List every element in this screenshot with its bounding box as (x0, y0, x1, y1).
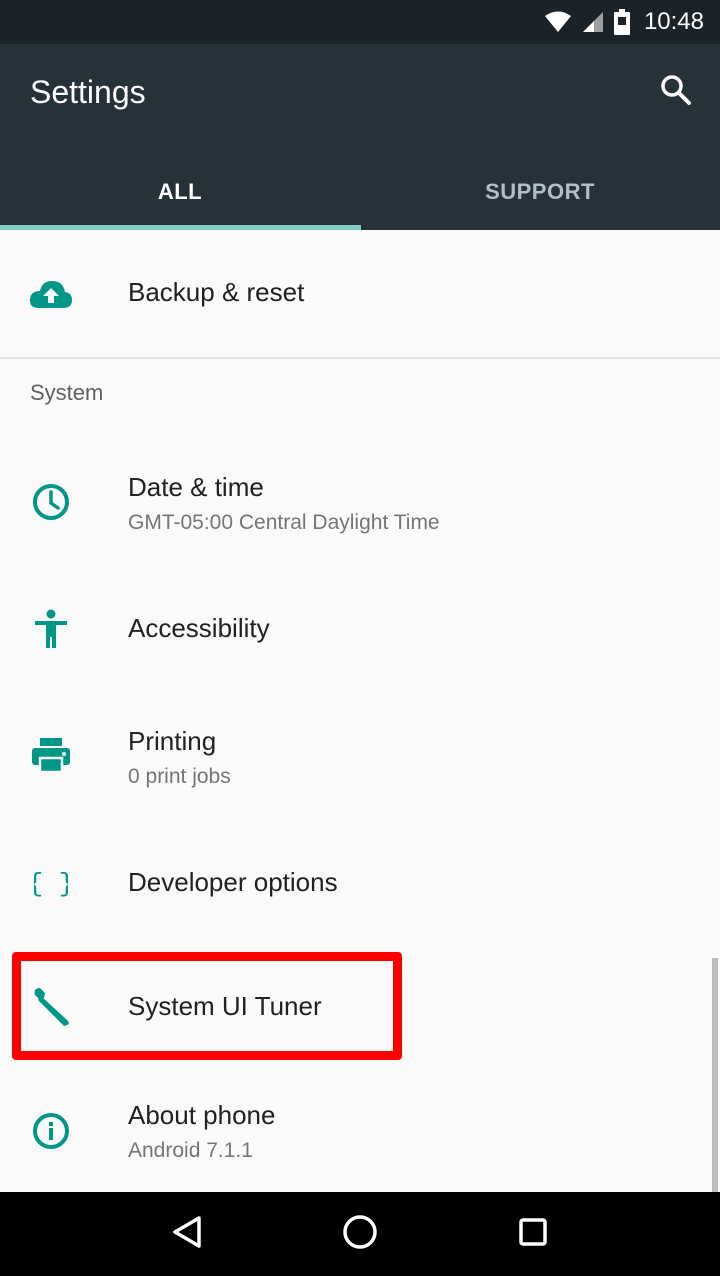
app-bar: Settings ALL SUPPORT (0, 44, 720, 230)
wifi-icon (544, 11, 572, 33)
tab-all-label: ALL (157, 179, 203, 204)
status-bar: 10:48 (0, 0, 720, 44)
search-icon (660, 74, 692, 111)
list-item-title: About phone (128, 1100, 276, 1130)
home-button[interactable] (330, 1204, 390, 1264)
tab-support[interactable]: SUPPORT (360, 154, 720, 230)
list-item-subtitle: 0 print jobs (128, 765, 231, 788)
info-icon (28, 1108, 74, 1154)
status-time: 10:48 (643, 8, 704, 35)
list-item-date-time[interactable]: Date & time GMT-05:00 Central Daylight T… (0, 438, 720, 566)
highlight-annotation (12, 952, 402, 1060)
list-item-title: Accessibility (128, 613, 270, 643)
list-item-title: Developer options (128, 867, 338, 897)
list-item-backup-reset[interactable]: Backup & reset (0, 230, 720, 358)
list-item-printing[interactable]: Printing 0 print jobs (0, 692, 720, 820)
page-title: Settings (30, 74, 146, 110)
home-circle-icon (342, 1214, 378, 1255)
section-header-system: System (30, 380, 104, 405)
cloud-upload-icon (28, 271, 74, 317)
list-item-subtitle: Android 7.1.1 (128, 1139, 253, 1162)
tab-bar: ALL SUPPORT (0, 154, 720, 230)
navigation-bar (0, 1192, 720, 1276)
svg-text:{ }: { } (34, 869, 68, 898)
back-button[interactable] (157, 1204, 217, 1264)
signal-icon (582, 11, 604, 33)
recents-square-icon (518, 1217, 548, 1252)
divider (0, 357, 720, 359)
accessibility-icon (28, 606, 74, 652)
list-item-title: Backup & reset (128, 277, 305, 307)
list-item-subtitle: GMT-05:00 Central Daylight Time (128, 511, 440, 534)
list-item-about-phone[interactable]: About phone Android 7.1.1 (0, 1070, 720, 1192)
clock-icon (28, 479, 74, 525)
tab-all[interactable]: ALL (0, 154, 360, 230)
settings-list: Backup & reset System Date & time GMT-05… (0, 230, 720, 1192)
list-item-title: Date & time (128, 472, 264, 502)
recents-button[interactable] (503, 1204, 563, 1264)
printer-icon (28, 733, 74, 779)
list-item-accessibility[interactable]: Accessibility (0, 566, 720, 692)
braces-icon: { } (28, 860, 74, 906)
tab-support-label: SUPPORT (485, 179, 595, 204)
battery-icon (613, 9, 630, 35)
list-item-developer-options[interactable]: { } Developer options (0, 820, 720, 946)
search-button[interactable] (656, 72, 696, 112)
back-triangle-icon (171, 1215, 203, 1254)
list-item-title: Printing (128, 726, 217, 756)
